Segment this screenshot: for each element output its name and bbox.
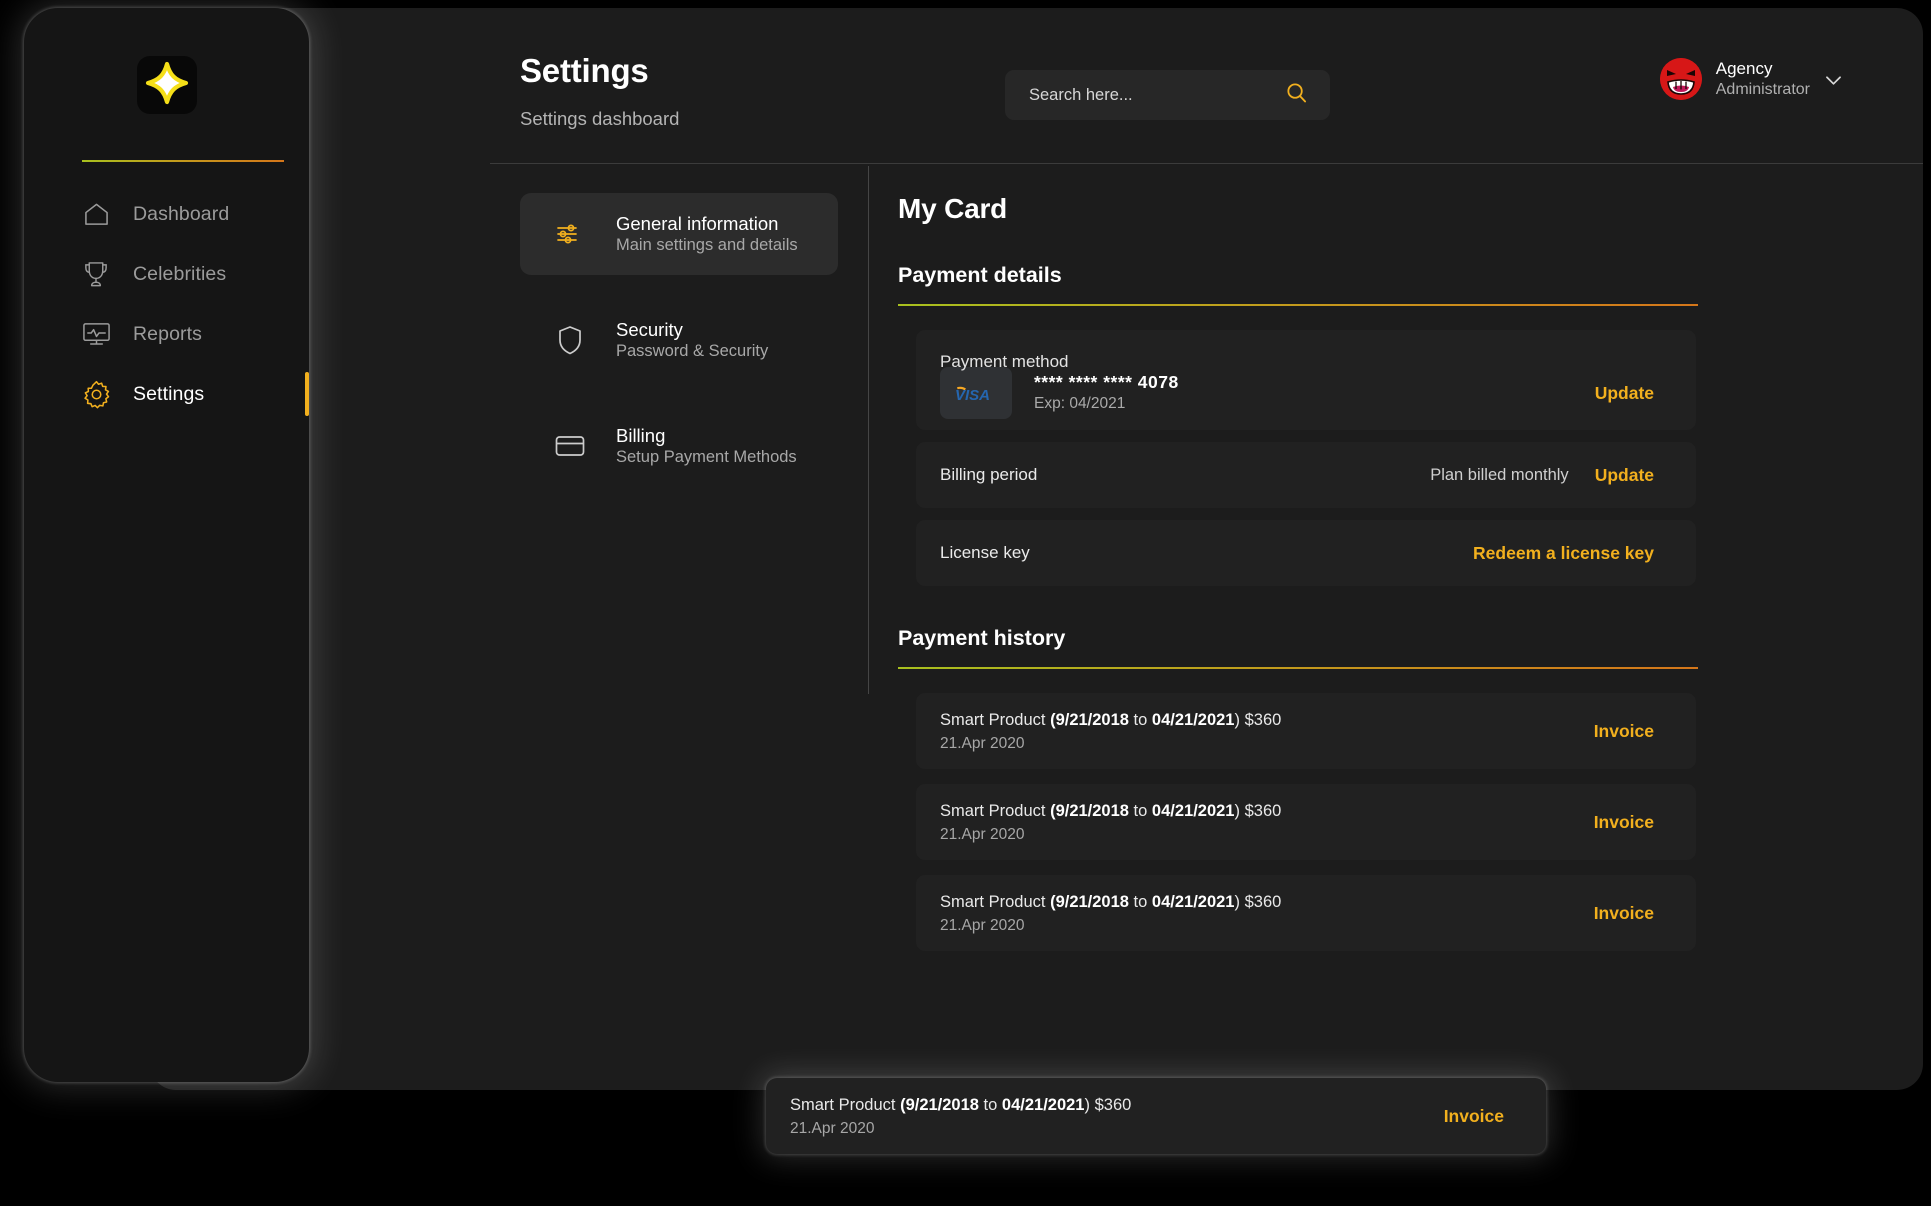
history-product: Smart Product [940, 801, 1046, 820]
sidebar: Dashboard Celebrities Reports Settings [24, 8, 309, 1082]
content-title: My Card [898, 193, 1008, 224]
tab-subtitle: Main settings and details [616, 236, 798, 255]
search-box[interactable] [1005, 70, 1330, 120]
history-product: Smart Product [940, 710, 1046, 729]
history-date: 21.Apr 2020 [790, 1120, 875, 1138]
home-icon [81, 199, 111, 229]
section-underline [898, 667, 1698, 669]
update-payment-method-button[interactable]: Update [1595, 383, 1654, 404]
license-key-panel: License key Redeem a license key [916, 520, 1696, 586]
tab-general-information[interactable]: General information Main settings and de… [520, 193, 838, 275]
payment-history-list: Smart Product (9/21/2018 to 04/21/2021) … [898, 693, 1698, 951]
license-key-row: License key Redeem a license key [916, 520, 1696, 586]
billing-period-value: Plan billed monthly [1430, 465, 1569, 484]
license-key-label: License key [940, 543, 1030, 562]
user-role: Administrator [1715, 80, 1810, 98]
history-description: Smart Product (9/21/2018 to 04/21/2021) … [790, 1095, 1132, 1114]
redeem-license-key-button[interactable]: Redeem a license key [1473, 543, 1654, 564]
payment-method-panel: Payment method VISA **** **** **** 4078 … [916, 330, 1696, 430]
section-underline [898, 304, 1698, 306]
search-input[interactable] [1029, 85, 1285, 105]
history-description: Smart Product (9/21/2018 to 04/21/2021) … [940, 892, 1282, 911]
invoice-button[interactable]: Invoice [1594, 721, 1654, 742]
history-amount: $360 [1244, 892, 1282, 911]
sidebar-divider [82, 160, 284, 162]
sidebar-item-dashboard[interactable]: Dashboard [24, 184, 309, 244]
logo[interactable] [24, 56, 309, 114]
payment-history-row: Smart Product (9/21/2018 to 04/21/2021) … [916, 693, 1696, 769]
invoice-button[interactable]: Invoice [1594, 812, 1654, 833]
tab-security[interactable]: Security Password & Security [520, 299, 838, 381]
user-name: Agency [1715, 58, 1773, 78]
monitor-pulse-icon [81, 319, 111, 349]
billing-period-row: Billing period Plan billed monthly Updat… [916, 442, 1696, 508]
header-divider [490, 163, 1923, 164]
history-date: 21.Apr 2020 [940, 735, 1025, 753]
history-description: Smart Product (9/21/2018 to 04/21/2021) … [940, 801, 1282, 820]
sidebar-item-label: Settings [133, 382, 205, 405]
settings-tab-list: General information Main settings and de… [520, 193, 838, 511]
search-icon[interactable] [1285, 81, 1308, 109]
history-description: Smart Product (9/21/2018 to 04/21/2021) … [940, 710, 1282, 729]
history-range: (9/21/2018 [900, 1095, 979, 1114]
history-amount: $360 [1244, 801, 1282, 820]
tab-billing[interactable]: Billing Setup Payment Methods [520, 405, 838, 487]
history-amount: $360 [1094, 1095, 1132, 1114]
payment-history-row: Smart Product (9/21/2018 to 04/21/2021) … [916, 875, 1696, 951]
history-product: Smart Product [940, 892, 1046, 911]
user-menu[interactable]: Agency Administrator [1659, 58, 1841, 100]
sliders-icon [554, 222, 586, 246]
chevron-down-icon[interactable] [1826, 73, 1841, 91]
sidebar-item-label: Reports [133, 322, 202, 345]
tab-title: Billing [616, 424, 666, 446]
card-expiry: Exp: 04/2021 [1034, 395, 1126, 413]
svg-text:VISA: VISA [955, 387, 990, 402]
sidebar-item-reports[interactable]: Reports [24, 304, 309, 364]
main-content: My Card Payment details Payment method V… [898, 193, 1698, 966]
sidebar-nav: Dashboard Celebrities Reports Settings [24, 184, 309, 424]
top-header: Settings Settings dashboard Search here.… [459, 8, 1923, 163]
payment-history-row-overflow: Smart Product (9/21/2018 to 04/21/2021) … [766, 1078, 1546, 1154]
history-date: 21.Apr 2020 [940, 917, 1025, 935]
invoice-button[interactable]: Invoice [1444, 1106, 1504, 1127]
invoice-button[interactable]: Invoice [1594, 903, 1654, 924]
billing-period-label: Billing period [940, 465, 1038, 484]
app-root: Settings Settings dashboard Search here.… [0, 0, 1931, 1206]
page-subtitle: Settings dashboard [520, 108, 680, 129]
payment-history-section: Payment history Smart Product (9/21/2018… [898, 626, 1698, 951]
four-point-star-icon [145, 61, 189, 110]
trophy-icon [81, 259, 111, 289]
visa-logo: VISA [940, 367, 1012, 419]
active-indicator [305, 372, 309, 416]
sidebar-item-settings[interactable]: Settings [24, 364, 309, 424]
payment-method-row: Payment method VISA **** **** **** 4078 … [916, 330, 1696, 430]
card-number: **** **** **** 4078 [1034, 371, 1179, 392]
app-window: Settings Settings dashboard Search here.… [150, 8, 1923, 1090]
shield-icon [554, 325, 586, 355]
credit-card-icon [554, 435, 586, 457]
billing-period-panel: Billing period Plan billed monthly Updat… [916, 442, 1696, 508]
history-product: Smart Product [790, 1095, 896, 1114]
tab-subtitle: Password & Security [616, 342, 769, 361]
tab-title: Security [616, 318, 683, 340]
tab-title: General information [616, 212, 779, 234]
payment-history-heading: Payment history [898, 626, 1066, 650]
tab-subtitle: Setup Payment Methods [616, 448, 797, 467]
user-info: Agency Administrator [1716, 59, 1810, 99]
payment-history-row: Smart Product (9/21/2018 to 04/21/2021) … [916, 784, 1696, 860]
sidebar-item-celebrities[interactable]: Celebrities [24, 244, 309, 304]
vertical-divider [868, 166, 869, 694]
sidebar-item-label: Dashboard [133, 202, 230, 225]
payment-details-heading: Payment details [898, 263, 1062, 287]
payment-method-label: Payment method [940, 352, 1069, 371]
history-amount: $360 [1244, 710, 1282, 729]
sidebar-item-label: Celebrities [133, 262, 227, 285]
history-date: 21.Apr 2020 [940, 826, 1025, 844]
page-title: Settings [520, 52, 649, 89]
gear-icon [81, 379, 111, 409]
avatar [1659, 58, 1702, 100]
update-billing-period-button[interactable]: Update [1595, 465, 1654, 486]
